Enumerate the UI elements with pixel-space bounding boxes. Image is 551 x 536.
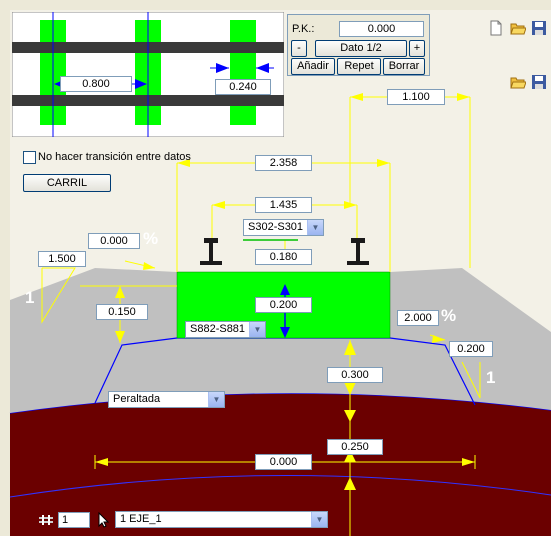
no-transition-checkbox[interactable] — [23, 151, 36, 164]
save-icon[interactable] — [531, 74, 547, 90]
pk-label: P.K.: — [292, 23, 315, 35]
rail-type-select[interactable]: S302-S301 ▼ — [243, 219, 324, 236]
carril-button[interactable]: CARRIL — [23, 174, 111, 192]
axis-select[interactable]: 1 EJE_1 ▼ — [115, 511, 328, 528]
left-shoulder-field[interactable]: 1.500 — [38, 251, 86, 267]
axis-number-field[interactable]: 1 — [58, 512, 90, 528]
axis-icon — [39, 515, 53, 525]
chevron-down-icon: ▼ — [208, 392, 224, 407]
chevron-down-icon: ▼ — [311, 512, 327, 527]
left-slope-field[interactable]: 0.000 — [88, 233, 140, 249]
new-file-icon[interactable] — [488, 20, 504, 36]
left-depth-field[interactable]: 0.150 — [96, 304, 148, 320]
add-button[interactable]: Añadir — [291, 58, 335, 75]
open-folder-icon[interactable] — [510, 20, 526, 36]
sleeper-spacing-field[interactable]: 0.800 — [60, 76, 132, 92]
offset-field[interactable]: 0.000 — [255, 454, 312, 470]
left-rail — [200, 238, 222, 265]
data-index-button[interactable]: Dato 1/2 — [315, 40, 407, 57]
total-width-field[interactable]: 2.358 — [255, 155, 312, 171]
axis-select-value: 1 EJE_1 — [120, 513, 162, 525]
cursor-icon[interactable] — [96, 512, 112, 528]
rail-type-value: S302-S301 — [248, 221, 304, 233]
sleeper-height-field[interactable]: 0.200 — [255, 297, 312, 313]
plan-view — [12, 12, 284, 137]
right-ratio-one: 1 — [486, 368, 496, 387]
ballast-depth-field[interactable]: 0.300 — [327, 367, 383, 383]
sleeper-plan-3 — [230, 20, 256, 125]
right-shoulder-field[interactable]: 0.200 — [449, 341, 493, 357]
cant-mode-value: Peraltada — [113, 393, 161, 405]
chevron-down-icon: ▼ — [249, 322, 265, 337]
right-rail — [347, 238, 369, 265]
right-pct-symbol: % — [441, 306, 457, 325]
save-icon[interactable] — [531, 20, 547, 36]
sleeper-width-field[interactable]: 0.240 — [215, 79, 271, 95]
sleeper-type-value: S882-S881 — [190, 323, 246, 335]
top-right-field[interactable]: 1.100 — [387, 89, 445, 105]
cant-mode-select[interactable]: Peraltada ▼ — [108, 391, 225, 408]
prev-data-button[interactable]: - — [291, 40, 307, 57]
gauge-field[interactable]: 1.435 — [255, 197, 312, 213]
delete-button[interactable]: Borrar — [383, 58, 425, 75]
left-pct-symbol: % — [143, 229, 159, 248]
right-slope-field[interactable]: 2.000 — [397, 310, 439, 326]
sleeper-type-select[interactable]: S882-S881 ▼ — [185, 321, 266, 338]
next-data-button[interactable]: + — [409, 40, 425, 57]
chevron-down-icon: ▼ — [307, 220, 323, 235]
left-ratio-one: 1 — [25, 288, 35, 307]
pk-field[interactable]: 0.000 — [339, 21, 424, 37]
no-transition-label: No hacer transición entre datos — [38, 151, 191, 163]
rail-height-field[interactable]: 0.180 — [255, 249, 312, 265]
open-folder-icon[interactable] — [510, 74, 526, 90]
repeat-button[interactable]: Repet — [337, 58, 381, 75]
subballast-depth-field[interactable]: 0.250 — [327, 439, 383, 455]
